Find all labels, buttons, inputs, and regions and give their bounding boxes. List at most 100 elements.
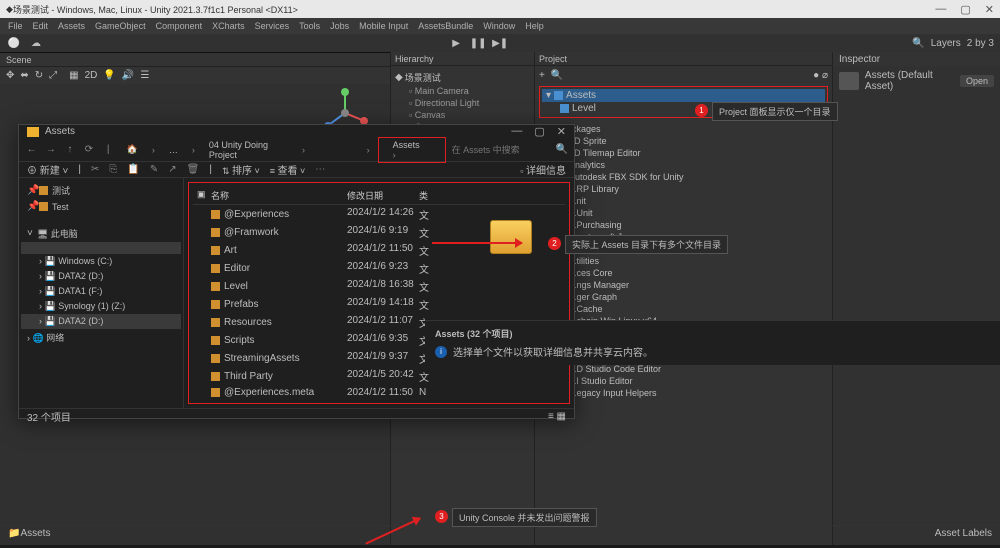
project-filter-icon[interactable]: ● [813, 70, 819, 81]
new-button[interactable]: ⊕ 新建 ˅ [27, 162, 68, 177]
column-name[interactable]: 名称 [211, 189, 347, 202]
menu-mobile input[interactable]: Mobile Input [359, 21, 408, 31]
file-row[interactable]: Editor2024/1/6 9:23文 [193, 259, 565, 277]
project-item[interactable]: ...egacy Input Helpers [539, 387, 828, 399]
up-button[interactable]: ↑ [63, 144, 76, 155]
sidebar-quick-item[interactable]: 📌Test [21, 199, 181, 214]
sidebar-drive[interactable]: › 💾 DATA2 (D:) [21, 269, 181, 284]
tool-move-icon[interactable]: ⬌ [20, 70, 28, 81]
project-item[interactable]: ...ces Core [539, 267, 828, 279]
audio-icon[interactable]: 🔊 [122, 70, 134, 81]
breadcrumb-home-icon[interactable]: 🏠 [121, 142, 144, 157]
shading-mode-icon[interactable]: ▦ [69, 70, 78, 81]
more-icon[interactable]: ⋯ [315, 164, 325, 175]
inspector-tab[interactable]: Inspector [833, 52, 1000, 66]
details-pane-button[interactable]: ▫ 详细信息 [520, 162, 566, 177]
rename-icon[interactable]: ✎ [150, 164, 158, 175]
search-icon[interactable]: 🔍 [912, 38, 924, 49]
hierarchy-item[interactable]: ▫ Canvas [393, 109, 532, 121]
project-item[interactable]: ...Unit [539, 207, 828, 219]
menu-gameobject[interactable]: GameObject [95, 21, 146, 31]
file-row[interactable]: @Experiences.meta2024/1/2 11:50N [193, 385, 565, 399]
project-item[interactable]: ...ger Graph [539, 291, 828, 303]
project-item[interactable]: ...Purchasing [539, 219, 828, 231]
sidebar-drive[interactable]: › 💾 Windows (C:) [21, 254, 181, 269]
step-button[interactable]: ▶❚ [492, 36, 508, 50]
view-mode-icon[interactable]: ≡ ▦ [548, 411, 566, 422]
file-row[interactable]: Level2024/1/8 16:38文 [193, 277, 565, 295]
back-button[interactable]: ← [25, 144, 38, 155]
column-type[interactable]: 类 [419, 189, 428, 202]
open-button[interactable]: Open [960, 75, 994, 87]
menu-xcharts[interactable]: XCharts [212, 21, 245, 31]
sidebar-drive[interactable]: › 💾 DATA1 (F:) [21, 284, 181, 299]
pause-button[interactable]: ❚❚ [470, 36, 486, 50]
2d-toggle[interactable]: 2D [85, 70, 98, 81]
search-icon[interactable]: 🔍 [556, 144, 568, 155]
project-item[interactable]: ...tilities [539, 255, 828, 267]
project-item[interactable]: ...Cache [539, 303, 828, 315]
menu-services[interactable]: Services [255, 21, 290, 31]
menu-window[interactable]: Window [483, 21, 515, 31]
hierarchy-item[interactable]: ▫ Main Camera [393, 85, 532, 97]
menu-file[interactable]: File [8, 21, 23, 31]
share-icon[interactable]: ↗ [168, 164, 176, 175]
project-item[interactable]: Autodesk FBX SDK for Unity [539, 171, 828, 183]
sidebar-drive[interactable]: › 💾 Synology (1) (Z:) [21, 299, 181, 314]
tool-hand-icon[interactable]: ✥ [6, 70, 14, 81]
menu-edit[interactable]: Edit [33, 21, 49, 31]
sidebar-quick-item[interactable]: 📌测试 [21, 182, 181, 199]
copy-icon[interactable]: ⎘ [109, 164, 117, 175]
hierarchy-scene[interactable]: ◆ 场景测试 [393, 70, 532, 85]
file-row[interactable]: Third Party2024/1/5 20:42文 [193, 367, 565, 385]
sidebar-network[interactable]: › 🌐 网络 [21, 329, 181, 346]
play-button[interactable]: ▶ [448, 36, 464, 50]
project-add-icon[interactable]: + [539, 70, 545, 81]
layers-dropdown[interactable]: Layers [931, 38, 961, 49]
project-item[interactable]: 2D Tilemap Editor [539, 147, 828, 159]
project-item[interactable]: Analytics [539, 159, 828, 171]
project-item[interactable]: ...RP Library [539, 183, 828, 195]
explorer-search-input[interactable] [452, 145, 552, 155]
maximize-icon[interactable]: ▢ [960, 3, 970, 16]
project-search-icon[interactable]: 🔍 [551, 70, 563, 81]
sidebar-drive[interactable]: › 💾 DATA2 (D:) [21, 314, 181, 329]
hierarchy-item[interactable]: ▫ Directional Light [393, 97, 532, 109]
breadcrumb-assets-redbox[interactable]: Assets › [378, 137, 446, 163]
refresh-button[interactable]: ⟳ [82, 144, 95, 155]
menu-tools[interactable]: Tools [299, 21, 320, 31]
paste-icon[interactable]: 📋 [127, 164, 139, 175]
tool-scale-icon[interactable]: ⤢ [49, 70, 57, 81]
project-item[interactable]: ...l Studio Editor [539, 375, 828, 387]
forward-button[interactable]: → [44, 144, 57, 155]
project-hidden-icon[interactable]: ⌀ [822, 70, 828, 81]
menu-assets[interactable]: Assets [58, 21, 85, 31]
sort-dropdown[interactable]: ⇅ 排序 ˅ [222, 162, 260, 177]
cloud-icon[interactable]: ☁ [28, 36, 44, 50]
close-icon[interactable]: ✕ [985, 3, 994, 16]
project-item[interactable]: ...ngs Manager [539, 279, 828, 291]
project-item[interactable]: 2D Sprite [539, 135, 828, 147]
delete-icon[interactable]: 🗑 [187, 164, 200, 175]
column-date[interactable]: 修改日期 [347, 189, 419, 202]
minimize-icon[interactable]: ― [935, 3, 946, 16]
project-item[interactable]: ...nit [539, 195, 828, 207]
sidebar-pc[interactable]: ˅ 🖥 此电脑 [21, 225, 181, 242]
menu-help[interactable]: Help [525, 21, 544, 31]
hierarchy-tab[interactable]: Hierarchy [391, 52, 534, 66]
scene-tab[interactable]: Scene [0, 52, 390, 66]
gizmos-dropdown[interactable]: ☰ [140, 70, 149, 81]
project-packages[interactable]: ▾Packages [539, 122, 828, 135]
view-dropdown[interactable]: ≡ 查看 ˅ [270, 162, 306, 177]
file-row[interactable]: Prefabs2024/1/9 14:18文 [193, 295, 565, 313]
menu-jobs[interactable]: Jobs [330, 21, 349, 31]
explorer-close-icon[interactable]: ✕ [557, 125, 566, 138]
breadcrumb-project[interactable]: 04 Unity Doing Project [203, 138, 294, 162]
account-icon[interactable]: ⚪ [6, 36, 22, 50]
cut-icon[interactable]: ✂ [91, 164, 99, 175]
layout-dropdown[interactable]: 2 by 3 [967, 38, 994, 49]
tool-rotate-icon[interactable]: ↻ [35, 70, 43, 81]
project-tab[interactable]: Project [535, 52, 832, 66]
menu-assetsbundle[interactable]: AssetsBundle [418, 21, 473, 31]
project-assets-root[interactable]: ▾Assets [542, 89, 825, 102]
